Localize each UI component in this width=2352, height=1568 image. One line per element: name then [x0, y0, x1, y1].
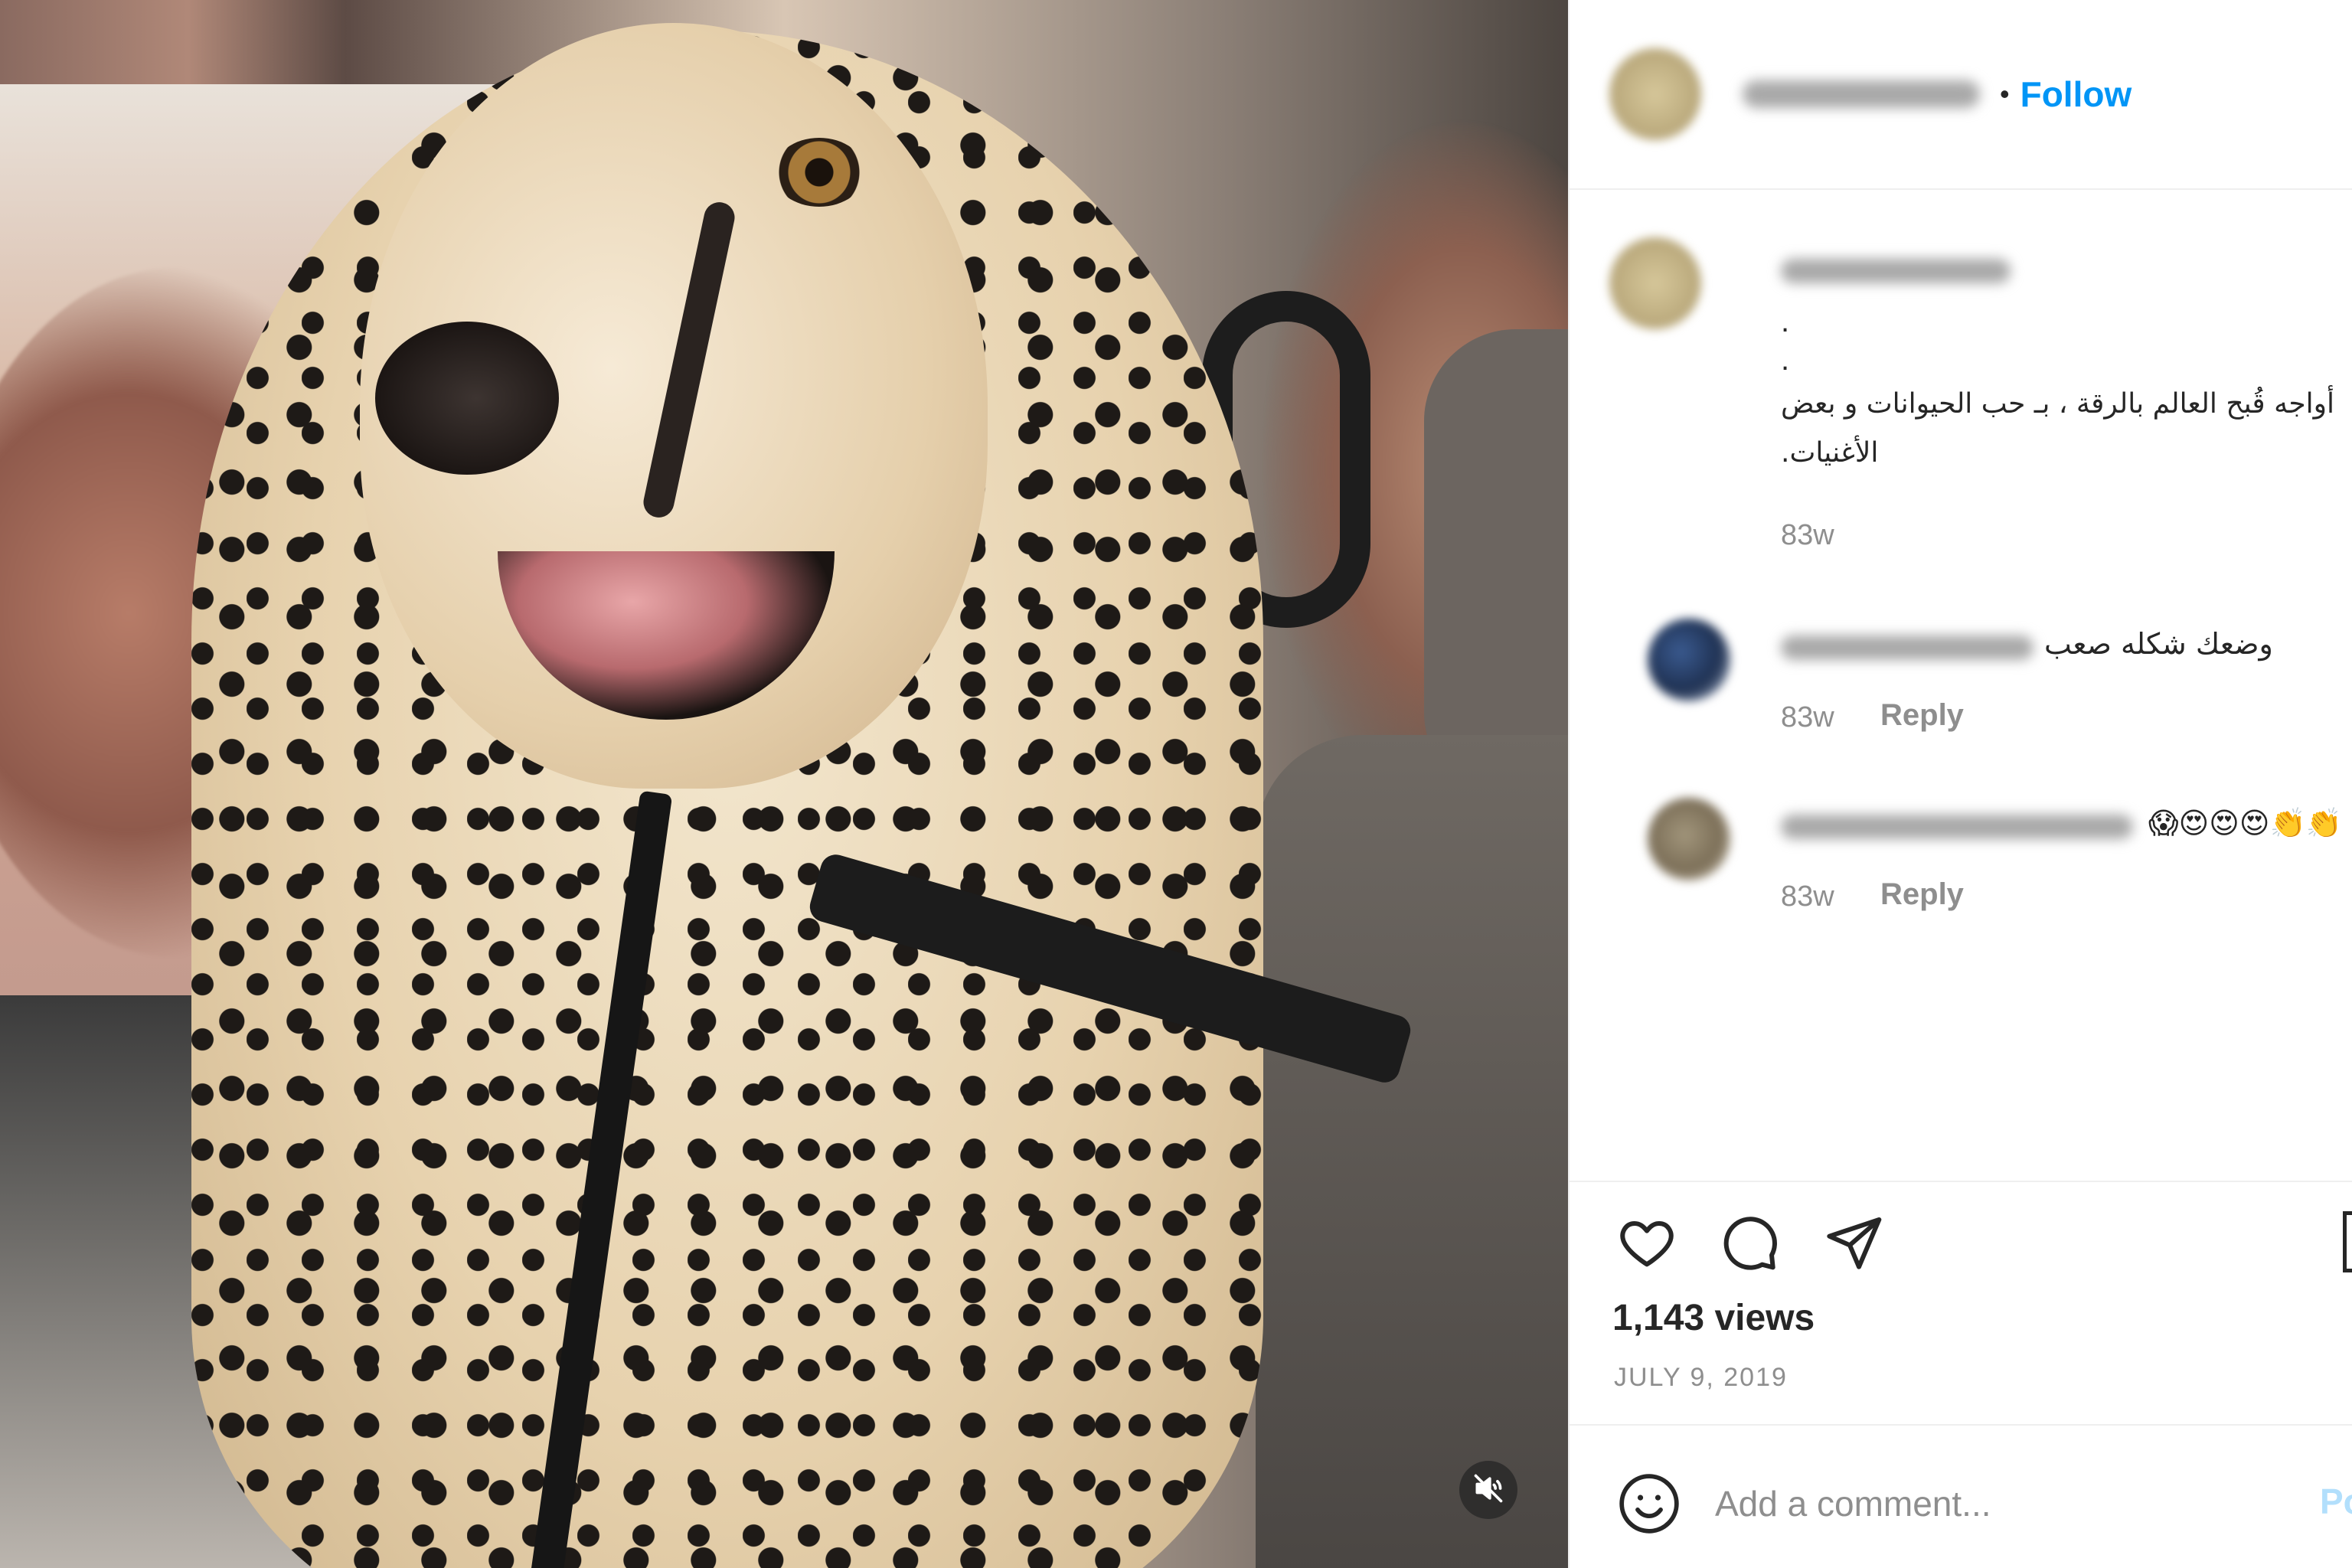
cheetah-nose	[375, 322, 559, 475]
caption-text: أواجه قُبح العالم بالرقة ، بـ حب الحيوان…	[1781, 388, 2335, 469]
author-username-blurred[interactable]	[1743, 80, 1980, 108]
view-count[interactable]: 1,143 views	[1612, 1297, 1815, 1339]
paper-plane-icon	[1823, 1212, 1884, 1277]
commenter-username-blurred[interactable]	[1781, 815, 2133, 839]
heart-icon	[1616, 1212, 1677, 1277]
speaker-muted-icon	[1472, 1472, 1505, 1509]
comment-text: 😱😍😍😍👏👏	[2148, 806, 2343, 840]
header-separator: •	[2000, 78, 2010, 109]
post-date[interactable]: JULY 9, 2019	[1614, 1363, 1788, 1393]
like-button[interactable]	[1612, 1210, 1681, 1279]
post-button[interactable]: Post	[2320, 1481, 2352, 1522]
caption-dot: .	[1781, 305, 1790, 338]
car-seat	[1256, 735, 1568, 1568]
emoji-button[interactable]	[1612, 1468, 1686, 1542]
cheetah-eye	[773, 138, 865, 207]
follow-button[interactable]: Follow	[2020, 74, 2132, 115]
reply-button[interactable]: Reply	[1880, 877, 1964, 912]
add-comment-bar: Post	[1570, 1424, 2352, 1568]
commenter-avatar[interactable]	[1648, 798, 1730, 880]
author-avatar[interactable]	[1609, 48, 1701, 140]
actions-divider	[1570, 1181, 2352, 1182]
comment-timestamp[interactable]: 83w	[1781, 701, 1834, 734]
comment-icon	[1719, 1212, 1780, 1277]
caption-username-blurred[interactable]	[1781, 259, 2011, 283]
smiley-icon	[1616, 1471, 1682, 1540]
comment-input[interactable]	[1715, 1473, 2297, 1534]
post-sidebar: • Follow . . أواجه قُبح العالم بالرقة ، …	[1568, 0, 2352, 1568]
post-video[interactable]	[0, 0, 1568, 1568]
comment-item: وضعك شكله صعب 83w Reply	[1609, 619, 2344, 772]
comment-button[interactable]	[1715, 1210, 1784, 1279]
post-header: • Follow	[1570, 0, 2352, 190]
comment-item: 😱😍😍😍👏👏 83w Reply	[1609, 798, 2344, 951]
caption-author-avatar[interactable]	[1609, 237, 1701, 329]
reply-button[interactable]: Reply	[1880, 698, 1964, 733]
mute-button[interactable]	[1459, 1461, 1517, 1519]
commenter-avatar[interactable]	[1648, 619, 1730, 701]
car-headrest	[1424, 329, 1568, 804]
commenter-username-blurred[interactable]	[1781, 635, 2034, 660]
share-button[interactable]	[1819, 1210, 1888, 1279]
bookmark-icon[interactable]	[2343, 1211, 2352, 1272]
caption-timestamp[interactable]: 83w	[1781, 519, 1834, 552]
caption-dot: .	[1781, 343, 1790, 377]
comment-text: وضعك شكله صعب	[2044, 627, 2273, 661]
comment-timestamp[interactable]: 83w	[1781, 880, 1834, 913]
